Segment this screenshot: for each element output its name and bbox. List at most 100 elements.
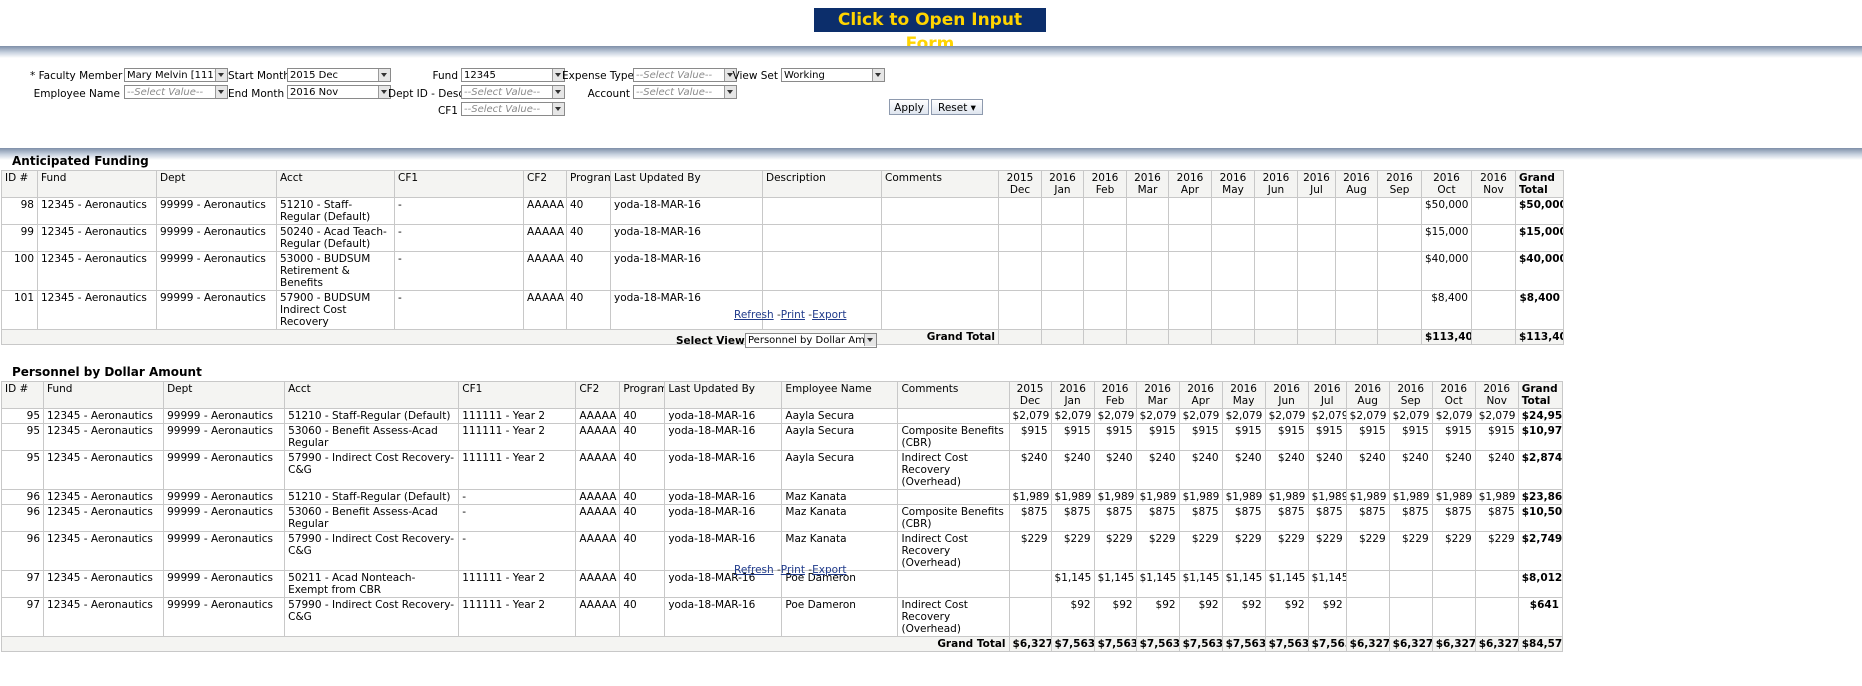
cell-desc [762, 197, 882, 225]
cell-dept: 99999 - Aeronautics [163, 531, 286, 571]
cell-program: 40 [619, 489, 666, 505]
cell-month-value: $1,989 [1135, 489, 1180, 505]
cell-month-value [1126, 290, 1169, 330]
cell-month-value: $240 [1345, 450, 1390, 490]
cell-month-value: $229 [1474, 531, 1519, 571]
column-header: ID # [1, 170, 38, 198]
month-column-header: 2016 Jan [1041, 170, 1084, 198]
cell-month-value [1297, 290, 1336, 330]
cell-month-value: $240 [1307, 450, 1347, 490]
cell-month-value [1168, 224, 1212, 252]
cell-month-value [1335, 290, 1378, 330]
start-month-select[interactable]: 2015 Dec [287, 68, 391, 82]
cell-month-value: $875 [1221, 504, 1266, 532]
cell-month-value: $8,400 [1421, 290, 1472, 330]
faculty-member-select[interactable]: Mary Melvin [1111] [124, 68, 228, 82]
cell-month-value [1126, 197, 1169, 225]
cell-acct: 50240 - Acad Teach-Regular (Default) [276, 224, 395, 252]
cell-month-value [1474, 570, 1519, 598]
month-column-header: 2015 Dec [998, 170, 1042, 198]
fund-select[interactable]: 12345 [461, 68, 565, 82]
filter-divider [0, 148, 1862, 160]
grand-total-month-value: $6,327 [1431, 636, 1476, 652]
month-column-header: 2016 Oct [1431, 381, 1476, 409]
apply-button[interactable]: Apply [889, 99, 929, 115]
select-view-dropdown[interactable]: Personnel by Dollar Amount [745, 333, 877, 348]
cell-month-value [1126, 251, 1169, 291]
table-header-row: ID # Fund Dept Acct CF1 CF2 Program Last Update… [1, 170, 1564, 198]
view-set-value: Working [784, 70, 825, 81]
cell-updated: yoda-18-MAR-16 [664, 423, 783, 451]
cell-comments: Indirect Cost Recovery (Overhead) [897, 450, 1010, 490]
cell-month-value [1254, 251, 1298, 291]
month-column-header: 2016 May [1221, 381, 1266, 409]
dept-id-select[interactable]: --Select Value-- [461, 85, 565, 99]
open-input-form-button[interactable]: Click to Open Input Form [814, 8, 1046, 54]
expense-type-select[interactable]: --Select Value-- [633, 68, 737, 82]
cell-month-value: $229 [1345, 531, 1390, 571]
column-header: CF2 [575, 381, 621, 409]
cell-row-total: $8,012 [1517, 570, 1564, 598]
cell-month-value [1083, 197, 1127, 225]
cell-month-value [1474, 597, 1519, 637]
cell-updated: yoda-18-MAR-16 [664, 597, 783, 637]
cell-dept: 99999 - Aeronautics [156, 197, 277, 225]
month-column-header: 2015 Dec [1008, 381, 1052, 409]
grand-total-column-header: Grand Total [1515, 170, 1564, 198]
cf1-value: --Select Value-- [464, 104, 541, 115]
cell-cf2: AAAAA [523, 197, 567, 225]
cell-month-value: $2,079 [1307, 408, 1347, 424]
cell-month-value [1377, 290, 1422, 330]
account-select[interactable]: --Select Value-- [633, 85, 737, 99]
cell-dept: 99999 - Aeronautics [163, 570, 286, 598]
cell-dept: 99999 - Aeronautics [156, 290, 277, 330]
cell-month-value [1388, 597, 1433, 637]
cell-month-value: $1,145 [1264, 570, 1309, 598]
cell-cf1: - [458, 504, 577, 532]
employee-name-select[interactable]: --Select Value-- [124, 85, 228, 99]
end-month-select[interactable]: 2016 Nov [287, 85, 391, 99]
anticipated-funding-title: Anticipated Funding [12, 154, 149, 168]
cell-month-value: $1,145 [1307, 570, 1347, 598]
header-divider [0, 46, 1862, 58]
cell-month-value [1211, 197, 1255, 225]
cell-fund: 12345 - Aeronautics [43, 408, 165, 424]
cell-comments [881, 224, 999, 252]
cell-month-value: $875 [1307, 504, 1347, 532]
cell-month-value: $2,079 [1388, 408, 1433, 424]
cell-month-value: $240 [1474, 450, 1519, 490]
cell-month-value: $92 [1264, 597, 1309, 637]
refresh-link[interactable]: Refresh [734, 309, 774, 321]
print-link[interactable]: Print [781, 309, 805, 321]
cell-month-value: $240 [1388, 450, 1433, 490]
cf1-select[interactable]: --Select Value-- [461, 102, 565, 116]
cell-month-value: $1,989 [1050, 489, 1095, 505]
print-link[interactable]: Print [781, 564, 805, 576]
column-header: Program [619, 381, 666, 409]
cell-comments: Indirect Cost Recovery (Overhead) [897, 531, 1010, 571]
reset-button[interactable]: Reset ▾ [931, 99, 983, 115]
grand-total-month-value [1041, 329, 1084, 345]
cell-month-value: $229 [1307, 531, 1347, 571]
cell-month-value: $1,145 [1221, 570, 1266, 598]
export-link[interactable]: Export [812, 564, 846, 576]
month-column-header: 2016 Sep [1377, 170, 1422, 198]
cell-cf2: AAAAA [575, 450, 621, 490]
export-link[interactable]: Export [812, 309, 846, 321]
cell-month-value [998, 251, 1042, 291]
cell-cf2: AAAAA [575, 570, 621, 598]
table-row: 100 12345 - Aeronautics 99999 - Aeronautic… [1, 251, 1564, 291]
month-column-header: 2016 Sep [1388, 381, 1433, 409]
cell-cf1: - [394, 224, 524, 252]
cell-month-value: $915 [1388, 423, 1433, 451]
cell-month-value: $1,145 [1135, 570, 1180, 598]
grand-total-month-value: $6,327 [1474, 636, 1519, 652]
column-header: Employee Name [781, 381, 899, 409]
cell-month-value: $240 [1135, 450, 1180, 490]
account-label: Account [587, 88, 630, 100]
cell-cf2: AAAAA [575, 423, 621, 451]
view-set-select[interactable]: Working [781, 68, 885, 82]
month-column-header: 2016 Mar [1126, 170, 1169, 198]
refresh-link[interactable]: Refresh [734, 564, 774, 576]
cell-cf2: AAAAA [575, 597, 621, 637]
